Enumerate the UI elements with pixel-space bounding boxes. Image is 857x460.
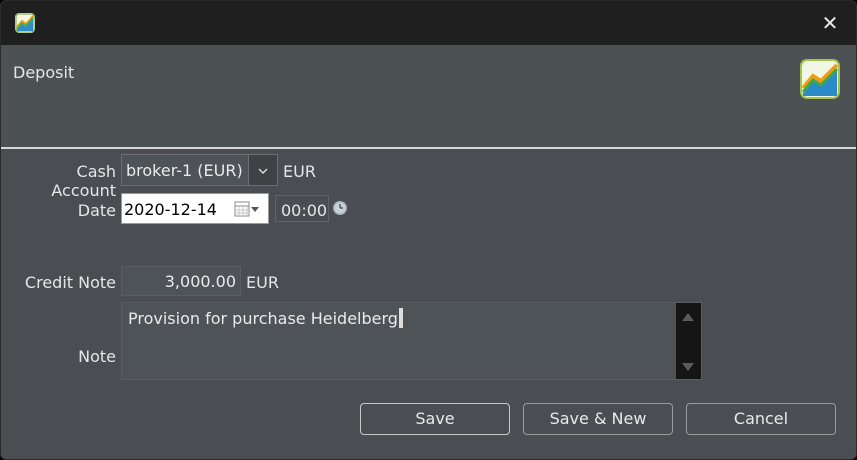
date-value: 2020-12-14 bbox=[124, 200, 217, 219]
save-and-new-button[interactable]: Save & New bbox=[523, 403, 673, 435]
time-field[interactable]: 00:00 bbox=[275, 195, 329, 222]
note-scrollbar[interactable] bbox=[676, 303, 701, 379]
chart-logo-icon bbox=[800, 59, 840, 99]
text-caret bbox=[398, 308, 403, 328]
dialog-title: Deposit bbox=[13, 63, 75, 82]
scroll-down-icon[interactable] bbox=[682, 363, 694, 371]
scroll-up-icon[interactable] bbox=[682, 313, 694, 321]
title-bar: ✕ bbox=[1, 1, 856, 45]
note-value: Provision for purchase Heidelberg bbox=[128, 309, 398, 328]
close-icon[interactable]: ✕ bbox=[818, 11, 842, 35]
cash-account-label: Cash Account bbox=[51, 162, 116, 200]
calendar-icon[interactable] bbox=[234, 199, 260, 219]
note-label: Note bbox=[78, 347, 116, 366]
app-icon bbox=[15, 13, 35, 33]
note-textarea[interactable]: Provision for purchase Heidelberg bbox=[121, 302, 702, 380]
clock-icon bbox=[332, 200, 348, 216]
credit-note-currency: EUR bbox=[246, 273, 279, 292]
time-value: 00:00 bbox=[281, 201, 328, 220]
cash-account-select[interactable]: broker-1 (EUR) bbox=[121, 154, 278, 186]
cash-account-currency: EUR bbox=[283, 162, 316, 181]
credit-note-label: Credit Note bbox=[24, 273, 116, 292]
date-label: Date bbox=[77, 201, 116, 220]
date-field[interactable]: 2020-12-14 bbox=[121, 193, 269, 224]
header-separator bbox=[1, 147, 856, 149]
credit-note-amount-input[interactable]: 3,000.00 bbox=[121, 266, 241, 296]
cancel-button[interactable]: Cancel bbox=[686, 403, 836, 435]
credit-note-value: 3,000.00 bbox=[164, 272, 236, 291]
chevron-down-icon[interactable] bbox=[248, 155, 277, 185]
cash-account-value: broker-1 (EUR) bbox=[126, 161, 243, 180]
dialog-header: Deposit bbox=[1, 45, 856, 147]
deposit-dialog: ✕ Deposit Cash Account broker-1 (EUR) EU… bbox=[0, 0, 857, 460]
save-button[interactable]: Save bbox=[360, 403, 510, 435]
